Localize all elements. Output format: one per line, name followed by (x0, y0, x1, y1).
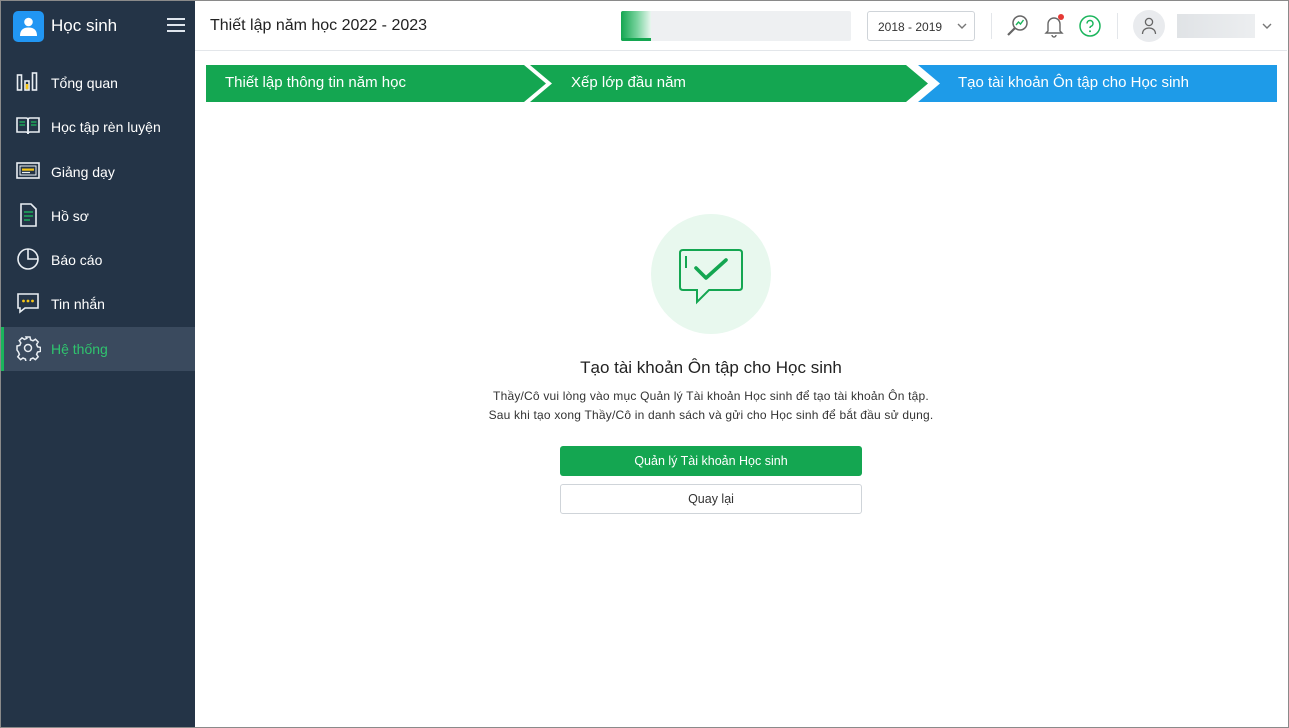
user-avatar-icon[interactable] (1133, 10, 1165, 42)
header-divider (1117, 13, 1118, 39)
header-divider (991, 13, 992, 39)
sidebar-item-label: Hồ sơ (51, 207, 89, 224)
hamburger-menu-icon[interactable] (167, 18, 185, 32)
sidebar-item-label: Hệ thống (51, 340, 108, 357)
sidebar-item-label: Tin nhắn (51, 296, 105, 313)
brand-title: Học sinh (51, 16, 118, 35)
sidebar-item-label: Tổng quan (51, 75, 118, 91)
step-2[interactable]: Xếp lớp đầu năm (530, 65, 928, 102)
setup-stepper: Thiết lập thông tin năm học Xếp lớp đầu … (206, 65, 1277, 102)
sidebar-item-label: Học tập rèn luyện (51, 119, 161, 136)
step-1[interactable]: Thiết lập thông tin năm học (206, 65, 546, 102)
school-year-select[interactable]: 2018 - 2019 (867, 11, 975, 41)
chevron-down-icon[interactable] (1261, 20, 1273, 32)
sidebar-item-ho-so[interactable]: Hồ sơ (1, 194, 195, 238)
setup-progress-bar (621, 11, 851, 41)
content-description-line-1: Thầy/Cô vui lòng vào mục Quản lý Tài kho… (493, 389, 929, 403)
sidebar-item-bao-cao[interactable]: Báo cáo (1, 238, 195, 282)
notification-dot (1058, 14, 1064, 20)
content-title: Tạo tài khoản Ôn tập cho Học sinh (580, 358, 842, 377)
document-icon (20, 203, 37, 227)
school-year-value: 2018 - 2019 (878, 20, 943, 34)
user-name-redacted[interactable] (1177, 14, 1255, 38)
chevron-down-icon (957, 23, 967, 29)
chat-bubble-icon (17, 293, 39, 315)
progress-fill (621, 11, 651, 41)
step-label: Xếp lớp đầu năm (571, 74, 686, 91)
sidebar-item-hoc-tap[interactable]: Học tập rèn luyện (1, 105, 195, 149)
step-label: Thiết lập thông tin năm học (225, 74, 406, 91)
sidebar-item-label: Báo cáo (51, 252, 103, 269)
step-3[interactable]: Tạo tài khoản Ôn tập cho Học sinh (918, 65, 1277, 102)
sidebar-nav: Tổng quan Học tập rèn luyện Giảng dạy Hồ… (1, 61, 195, 372)
sidebar-item-he-thong[interactable]: Hệ thống (1, 326, 195, 372)
pie-chart-icon (17, 248, 39, 270)
brand: Học sinh (1, 1, 195, 51)
bar-chart-icon (16, 72, 38, 91)
sidebar-item-tong-quan[interactable]: Tổng quan (1, 61, 195, 105)
content-description-line-2: Sau khi tạo xong Thầy/Cô in danh sách và… (488, 408, 934, 422)
progress-indicator (621, 38, 651, 41)
manage-student-accounts-button[interactable]: Quản lý Tài khoản Học sinh (560, 446, 862, 476)
chat-check-icon (679, 249, 743, 305)
top-header: Thiết lập năm học 2022 - 2023 2018 - 201… (195, 1, 1287, 51)
sidebar-item-label: Giảng dạy (51, 163, 115, 180)
magnify-chart-icon[interactable] (1005, 13, 1031, 39)
help-icon[interactable] (1077, 13, 1103, 39)
open-book-icon (16, 117, 40, 135)
sidebar-item-tin-nhan[interactable]: Tin nhắn (1, 282, 195, 326)
step-label: Tạo tài khoản Ôn tập cho Học sinh (958, 74, 1189, 91)
board-icon (16, 161, 40, 179)
sidebar: Học sinh Tổng quan Học tập rèn luyện Giả… (1, 1, 195, 727)
back-button[interactable]: Quay lại (560, 484, 862, 514)
user-logo-icon[interactable] (13, 11, 44, 42)
page-title: Thiết lập năm học 2022 - 2023 (210, 17, 428, 34)
sidebar-item-giang-day[interactable]: Giảng dạy (1, 150, 195, 194)
chat-check-illustration (651, 214, 771, 334)
gear-icon (16, 336, 41, 361)
